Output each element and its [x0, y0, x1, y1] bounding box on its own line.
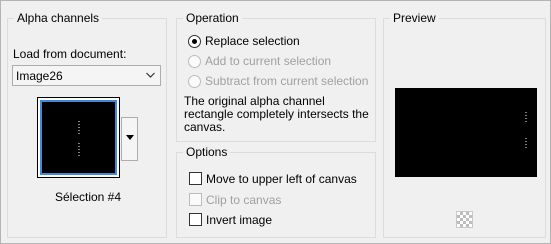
dropdown-arrow-icon	[126, 135, 134, 140]
radio-replace-selection[interactable]: Replace selection	[188, 33, 300, 49]
checkbox-box	[189, 213, 202, 226]
preview-title: Preview	[390, 11, 439, 25]
operation-group: Operation Replace selection Add to curre…	[176, 11, 376, 142]
alpha-channel-dialog: Alpha channels Load from document: Image…	[0, 0, 551, 244]
alpha-channels-title: Alpha channels	[14, 11, 103, 25]
document-select-value: Image26	[16, 69, 63, 83]
checkbox-move-to-upper-left[interactable]: Move to upper left of canvas	[189, 171, 357, 186]
operation-title: Operation	[183, 11, 242, 25]
selection-thumbnail[interactable]	[37, 97, 120, 178]
checkbox-box	[189, 193, 202, 206]
preview-selection-marks	[525, 112, 527, 148]
checkbox-label: Invert image	[206, 212, 273, 227]
checkbox-box	[189, 172, 202, 185]
preview-image	[395, 88, 537, 177]
load-from-document-label: Load from document:	[13, 47, 127, 61]
radio-label: Subtract from current selection	[205, 74, 369, 88]
options-group: Options Move to upper left of canvas Cli…	[176, 145, 376, 238]
radio-dot-icon	[188, 74, 201, 88]
radio-dot-icon	[188, 34, 201, 48]
checkbox-invert-image[interactable]: Invert image	[189, 212, 272, 227]
radio-label: Replace selection	[205, 34, 300, 48]
chevron-down-icon	[146, 72, 155, 78]
selection-thumbnail-image	[40, 100, 117, 175]
checkbox-label: Clip to canvas	[206, 192, 282, 207]
options-title: Options	[183, 145, 231, 159]
document-select[interactable]: Image26	[12, 65, 161, 86]
radio-dot-icon	[188, 54, 201, 68]
radio-add-to-selection[interactable]: Add to current selection	[188, 53, 331, 69]
preview-group: Preview	[383, 11, 546, 238]
radio-subtract-from-selection[interactable]: Subtract from current selection	[188, 73, 368, 89]
radio-label: Add to current selection	[205, 54, 332, 68]
thumbnail-dropdown-button[interactable]	[121, 117, 138, 161]
thumbnail-caption: Sélection #4	[54, 190, 122, 204]
operation-note: The original alpha channel rectangle com…	[184, 94, 369, 134]
checkbox-label: Move to upper left of canvas	[206, 171, 357, 186]
alpha-channels-group: Alpha channels Load from document: Image…	[7, 11, 167, 238]
checkbox-clip-to-canvas[interactable]: Clip to canvas	[189, 192, 281, 207]
selection-marks-icon	[78, 121, 80, 157]
transparency-checker-icon[interactable]	[456, 211, 473, 228]
